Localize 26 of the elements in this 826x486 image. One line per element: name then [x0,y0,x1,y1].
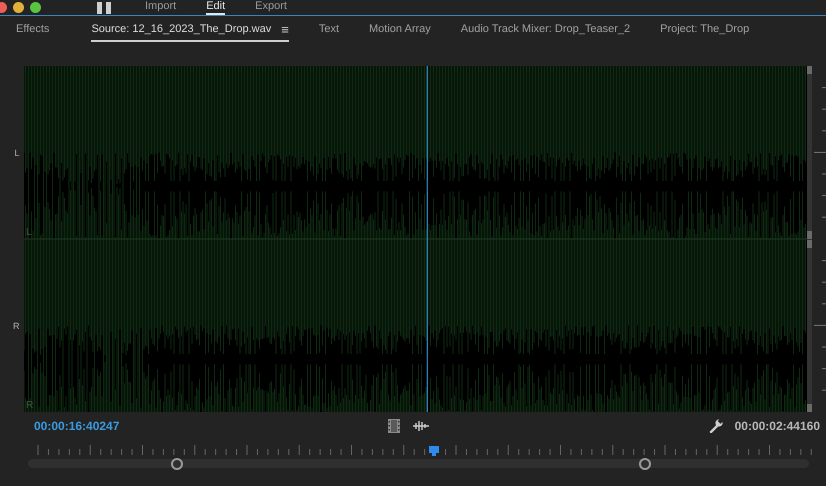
channel-label: R [13,320,20,330]
zoom-handle[interactable] [171,458,184,470]
panel-menu-icon[interactable]: ≡ [281,22,289,36]
channel-marker: L [26,227,32,238]
zoom-handle[interactable] [639,458,652,470]
panel-tab[interactable]: Text [318,18,340,42]
channel-label: L [14,148,20,158]
panel-tab[interactable]: Source: 12_16_2023_The_Drop.wav ≡ [91,18,289,42]
panel-tab[interactable]: Effects [16,18,50,42]
zoom-dot[interactable] [30,2,41,13]
duration-timecode: 00:00:02:44160 [734,419,820,433]
amplitude-scrollbar[interactable] [806,66,812,412]
panel-tab[interactable]: Project: The_Drop [660,18,750,42]
film-icon[interactable] [388,419,400,433]
workspace-tab[interactable]: Edit [206,0,226,15]
zoom-scrollbar[interactable] [28,459,809,468]
minimize-dot[interactable] [13,2,24,13]
channel-marker: R [26,400,33,411]
current-timecode[interactable]: 00:00:16:40247 [34,419,374,433]
workspace-tab[interactable]: Export [255,0,287,15]
playhead[interactable] [428,445,440,457]
panel-tab[interactable]: Motion Array [369,18,431,42]
wrench-icon[interactable] [708,419,723,433]
workspace-tab[interactable]: Import [145,0,176,15]
waveform-icon[interactable] [413,420,429,432]
panel-tab[interactable]: Audio Track Mixer: Drop_Teaser_2 [460,18,630,42]
